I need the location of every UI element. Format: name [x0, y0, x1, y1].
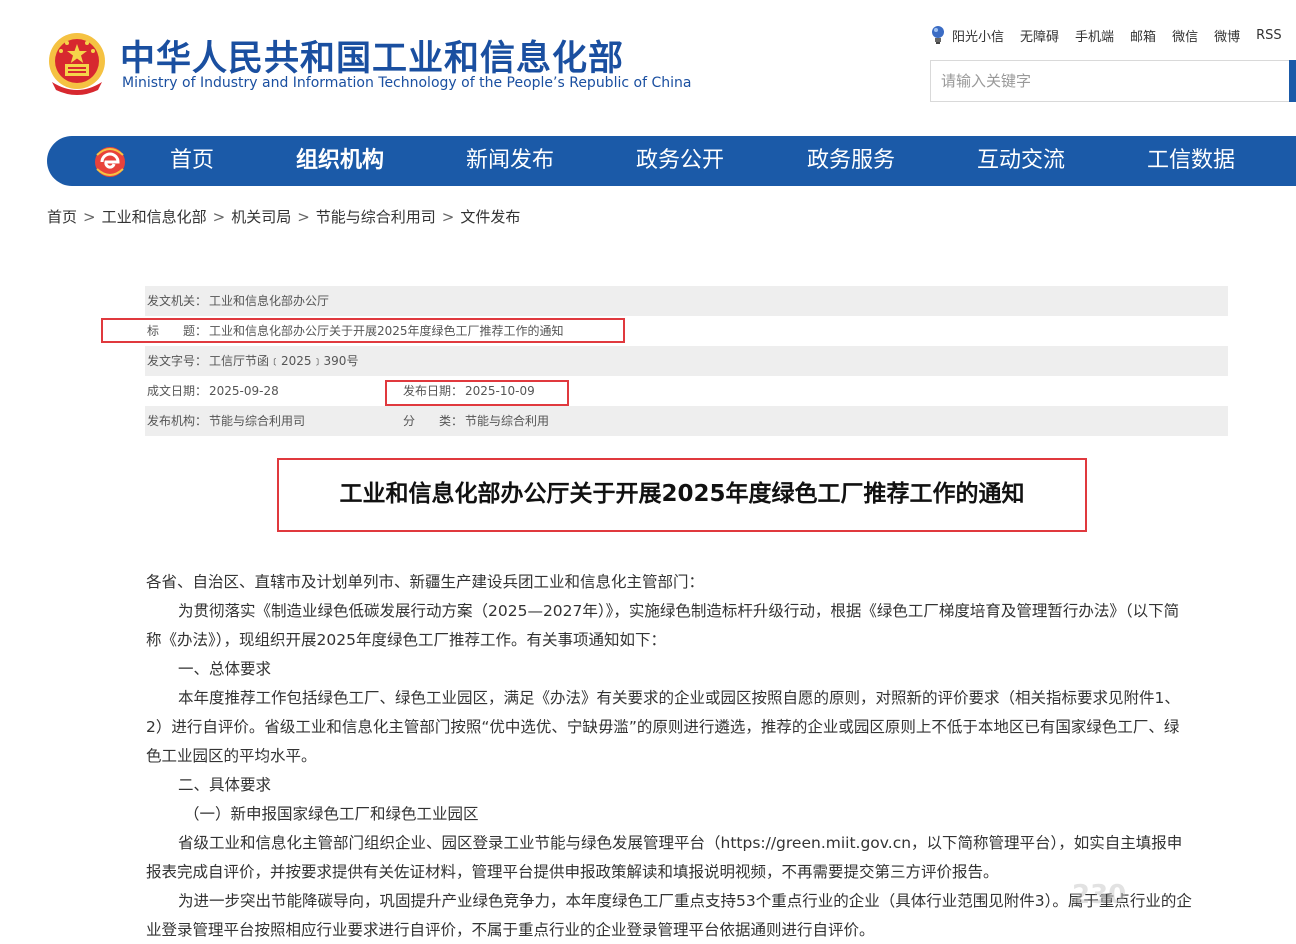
highlight-box-title [101, 318, 625, 343]
miit-logo-icon[interactable] [93, 145, 127, 179]
highlight-box-pubdate [385, 380, 569, 406]
section-heading: 二、具体要求 [178, 776, 272, 794]
main-nav: 首页 组织机构 新闻发布 政务公开 政务服务 互动交流 工信数据 [47, 136, 1296, 186]
breadcrumb-separator: > [441, 208, 455, 226]
document-meta-table: 发文机关： 工业和信息化部办公厅 标 题： 工业和信息化部办公厅关于开展2025… [145, 286, 1228, 436]
meta-docno-label: 发文字号： [147, 354, 208, 368]
top-link-mail[interactable]: 邮箱 [1130, 26, 1156, 45]
watermark: 230 [1072, 880, 1127, 910]
nav-item-data[interactable]: 工信数据 [1147, 136, 1235, 186]
highlight-box-doc-title: 工业和信息化部办公厅关于开展2025年度绿色工厂推荐工作的通知 [277, 458, 1087, 532]
document-title: 工业和信息化部办公厅关于开展2025年度绿色工厂推荐工作的通知 [339, 481, 1025, 507]
meta-issuer-label: 发文机关： [147, 294, 208, 308]
top-link-mobile[interactable]: 手机端 [1075, 26, 1114, 45]
meta-row-issuer: 发文机关： 工业和信息化部办公厅 [145, 286, 1228, 316]
meta-date-value: 2025-09-28 [209, 384, 279, 398]
meta-row-dates: 成文日期： 2025-09-28 发布日期： 2025-10-09 [145, 376, 1228, 406]
site-subtitle: Ministry of Industry and Information Tec… [122, 75, 692, 91]
nav-item-gov-services[interactable]: 政务服务 [807, 136, 895, 186]
nav-item-organization[interactable]: 组织机构 [296, 136, 384, 186]
nav-item-home[interactable]: 首页 [170, 136, 214, 186]
meta-row-org: 发布机构： 节能与综合利用司 分 类： 节能与综合利用 [145, 406, 1228, 436]
breadcrumb-departments[interactable]: 机关司局 [231, 208, 291, 226]
paragraph: 为进一步突出节能降碳导向，巩固提升产业绿色竞争力，本年度绿色工厂重点支持53个重… [178, 892, 1192, 910]
breadcrumb-ministry[interactable]: 工业和信息化部 [102, 208, 207, 226]
meta-category-label: 分 类： [403, 414, 464, 428]
breadcrumb-home[interactable]: 首页 [47, 208, 77, 226]
subsection-heading: （一）新申报国家绿色工厂和绿色工业园区 [184, 805, 479, 823]
breadcrumb-separator: > [212, 208, 226, 226]
national-emblem-icon[interactable] [46, 30, 108, 96]
salutation: 各省、自治区、直辖市及计划单列市、新疆生产建设兵团工业和信息化主管部门： [146, 573, 705, 591]
meta-org-label: 发布机构： [147, 414, 208, 428]
top-link-sunshine[interactable]: 阳光小信 [952, 26, 1004, 45]
breadcrumb: 首页 > 工业和信息化部 > 机关司局 > 节能与综合利用司 > 文件发布 [47, 206, 520, 227]
site-title[interactable]: 中华人民共和国工业和信息化部 [120, 30, 624, 81]
breadcrumb-separator: > [83, 208, 96, 226]
top-links: 阳光小信 无障碍 手机端 邮箱 微信 微博 RSS [930, 26, 1296, 45]
paragraph: 业登录管理平台按照相应行业要求进行自评价，不属于重点行业的企业登录管理平台依据通… [146, 921, 875, 939]
top-link-wechat[interactable]: 微信 [1172, 26, 1198, 45]
breadcrumb-documents[interactable]: 文件发布 [460, 208, 520, 226]
breadcrumb-energy-dept[interactable]: 节能与综合利用司 [316, 208, 436, 226]
paragraph: 报表完成自评价，并按要求提供有关佐证材料，管理平台提供申报政策解读和填报说明视频… [146, 863, 999, 881]
top-link-weibo[interactable]: 微博 [1214, 26, 1240, 45]
document-body: 各省、自治区、直辖市及计划单列市、新疆生产建设兵团工业和信息化主管部门： 为贯彻… [146, 568, 1226, 944]
meta-org-value: 节能与综合利用司 [209, 414, 306, 428]
paragraph: 色工业园区的平均水平。 [146, 747, 317, 765]
paragraph: 称《办法》），现组织开展2025年度绿色工厂推荐工作。有关事项通知如下： [146, 631, 666, 649]
meta-issuer-value: 工业和信息化部办公厅 [209, 294, 330, 308]
paragraph: 2）进行自评价。省级工业和信息化主管部门按照“优中选优、宁缺毋滥”的原则进行遴选… [146, 718, 1180, 736]
meta-date-label: 成文日期： [147, 384, 208, 398]
lightbulb-icon [932, 26, 944, 44]
meta-docno-value: 工信厅节函﹝2025﹞390号 [209, 354, 359, 368]
nav-item-gov-affairs[interactable]: 政务公开 [636, 136, 724, 186]
site-header: 中华人民共和国工业和信息化部 Ministry of Industry and … [0, 0, 1296, 130]
search-input[interactable] [931, 61, 1287, 101]
nav-item-news[interactable]: 新闻发布 [466, 136, 554, 186]
breadcrumb-separator: > [297, 208, 310, 226]
meta-row-docno: 发文字号： 工信厅节函﹝2025﹞390号 [145, 346, 1228, 376]
top-link-accessibility[interactable]: 无障碍 [1020, 26, 1059, 45]
search-box [930, 60, 1296, 102]
paragraph: 为贯彻落实《制造业绿色低碳发展行动方案（2025—2027年）》，实施绿色制造标… [178, 602, 1180, 620]
paragraph: 省级工业和信息化主管部门组织企业、园区登录工业节能与绿色发展管理平台（https… [178, 834, 1183, 852]
top-link-rss[interactable]: RSS [1256, 28, 1282, 43]
paragraph: 本年度推荐工作包括绿色工厂、绿色工业园区，满足《办法》有关要求的企业或园区按照自… [178, 689, 1180, 707]
nav-item-interaction[interactable]: 互动交流 [977, 136, 1065, 186]
section-heading: 一、总体要求 [178, 660, 272, 678]
search-button[interactable] [1289, 60, 1296, 102]
meta-category-value: 节能与综合利用 [465, 414, 550, 428]
